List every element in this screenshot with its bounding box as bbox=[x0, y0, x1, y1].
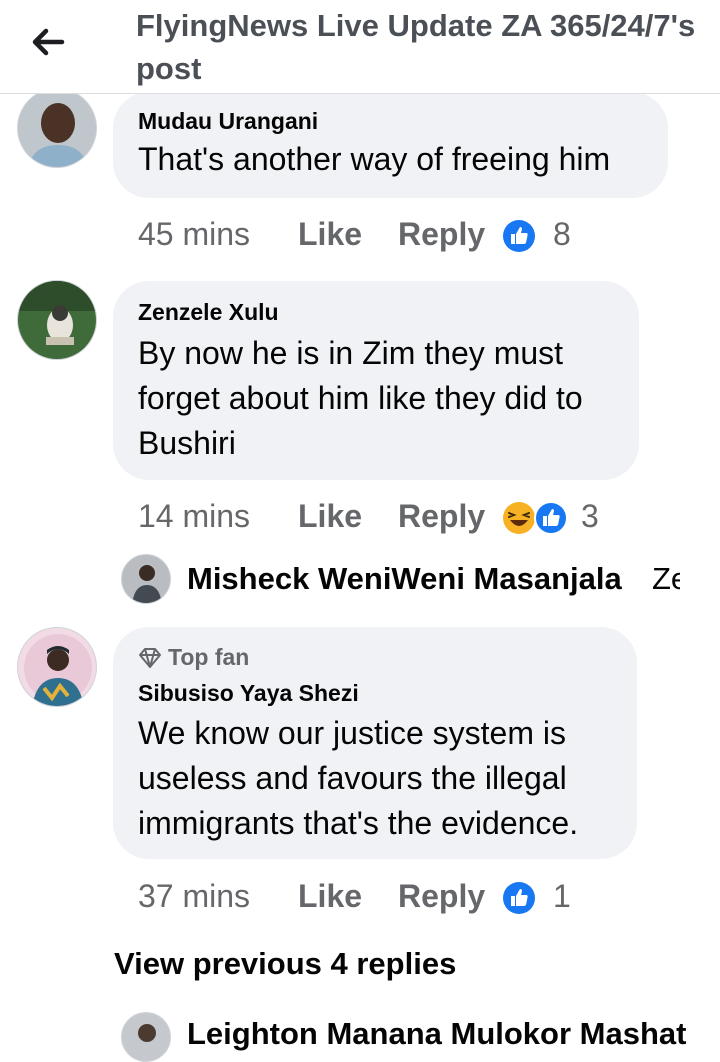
avatar[interactable] bbox=[17, 627, 97, 707]
reply-snippet[interactable]: Ze bbox=[652, 561, 680, 597]
comment-bubble[interactable]: Top fan Sibusiso Yaya Shezi We know our … bbox=[113, 627, 637, 859]
reply-author[interactable]: Leighton Manana Mulokor Mashat bbox=[187, 1016, 707, 1052]
comment-text-line: useless and favours the illegal bbox=[138, 760, 567, 796]
like-reaction-icon[interactable] bbox=[502, 881, 536, 915]
person-avatar-image bbox=[122, 1013, 170, 1061]
person-avatar-image bbox=[122, 555, 170, 603]
reaction-count[interactable]: 3 bbox=[581, 496, 599, 536]
comment-text-line: By now he is in Zim they must bbox=[138, 335, 564, 371]
comment-author[interactable]: Zenzele Xulu bbox=[138, 299, 279, 326]
person-avatar-image bbox=[18, 89, 96, 167]
reply-button[interactable]: Reply bbox=[398, 496, 485, 536]
comment-author[interactable]: Mudau Urangani bbox=[138, 108, 318, 135]
comment-text-line: We know our justice system is bbox=[138, 715, 566, 751]
top-fan-label: Top fan bbox=[168, 644, 250, 670]
back-button[interactable] bbox=[26, 20, 70, 64]
diamond-icon bbox=[139, 647, 161, 668]
top-fan-badge: Top fan bbox=[138, 644, 249, 671]
reply-author[interactable]: Misheck WeniWeni Masanjala bbox=[187, 561, 622, 597]
avatar[interactable] bbox=[121, 554, 171, 604]
like-reaction-icon[interactable] bbox=[534, 501, 568, 535]
page-title: FlyingNews Live Update ZA 365/24/7's pos… bbox=[136, 8, 696, 86]
monkey-avatar-image bbox=[18, 281, 96, 359]
avatar[interactable] bbox=[121, 1012, 171, 1062]
avatar[interactable] bbox=[17, 280, 97, 360]
like-reaction-icon[interactable] bbox=[502, 219, 536, 253]
view-previous-replies-link[interactable]: View previous 4 replies bbox=[114, 946, 456, 982]
reaction-count[interactable]: 8 bbox=[553, 214, 571, 254]
comment-text-line: immigrants that's the evidence. bbox=[138, 805, 579, 841]
comment-text-line: Bushiri bbox=[138, 425, 236, 461]
comment-bubble[interactable]: Zenzele Xulu By now he is in Zim they mu… bbox=[113, 281, 639, 480]
comment-time: 14 mins bbox=[138, 498, 251, 534]
post-header: FlyingNews Live Update ZA 365/24/7's pos… bbox=[0, 0, 720, 94]
comment-text: That's another way of freeing him bbox=[138, 141, 611, 177]
reaction-count[interactable]: 1 bbox=[553, 876, 571, 916]
comment-bubble[interactable]: Mudau Urangani That's another way of fre… bbox=[113, 92, 668, 198]
comment-text-line: forget about him like they did to bbox=[138, 380, 583, 416]
person-avatar-image bbox=[18, 628, 96, 706]
like-button[interactable]: Like bbox=[298, 876, 362, 916]
reply-button[interactable]: Reply bbox=[398, 876, 485, 916]
like-button[interactable]: Like bbox=[298, 496, 362, 536]
comment-time: 45 mins bbox=[138, 216, 251, 252]
comment-author[interactable]: Sibusiso Yaya Shezi bbox=[138, 680, 359, 707]
reply-button[interactable]: Reply bbox=[398, 214, 485, 254]
back-arrow-icon bbox=[32, 28, 65, 56]
comment-time: 37 mins bbox=[138, 878, 251, 914]
haha-reaction-icon[interactable] bbox=[502, 501, 536, 535]
like-button[interactable]: Like bbox=[298, 214, 362, 254]
avatar[interactable] bbox=[17, 88, 97, 168]
